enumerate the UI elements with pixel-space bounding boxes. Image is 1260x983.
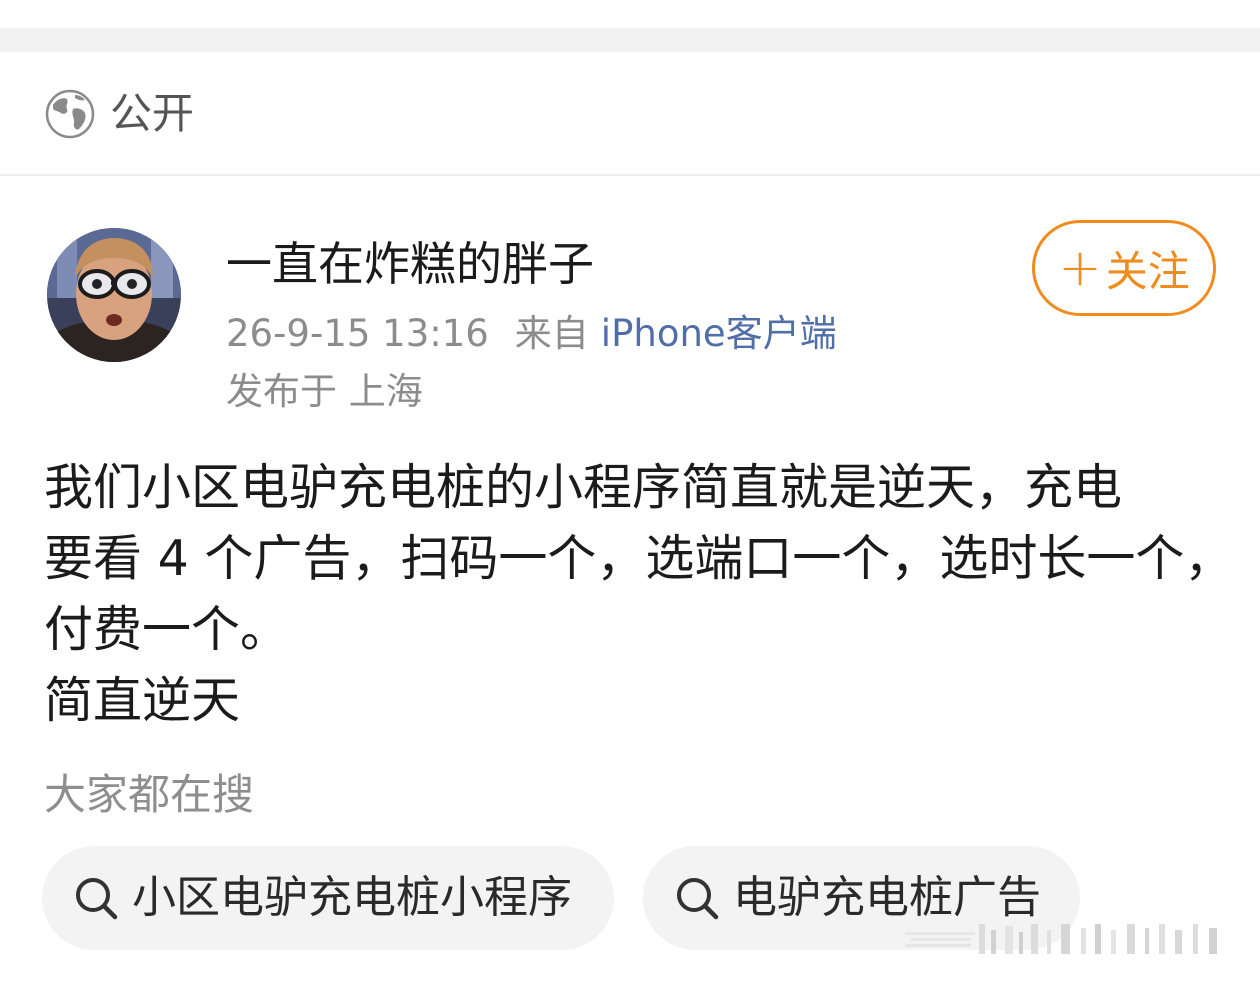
plus-icon: + — [1058, 238, 1102, 298]
post-content: 我们小区电驴充电桩的小程序简直就是逆天，充电 要看 4 个广告，扫码一个，选端口… — [44, 452, 1234, 736]
search-icon — [677, 878, 719, 920]
top-strip — [0, 0, 1260, 28]
post-meta: 26-9-15 13:16 来自 iPhone客户端 — [226, 308, 837, 360]
visibility-label: 公开 — [110, 89, 195, 138]
post-timestamp: 26-9-15 13:16 — [226, 312, 489, 355]
post-line: 我们小区电驴充电桩的小程序简直就是逆天，充电 — [44, 459, 1123, 516]
source-label: 来自 — [514, 312, 589, 355]
section-divider — [0, 28, 1260, 52]
post-line: 付费一个。 — [44, 601, 290, 658]
source-device-link[interactable]: iPhone客户端 — [601, 312, 837, 355]
post-line: 简直逆天 — [44, 672, 241, 729]
trending-search-pill[interactable]: 小区电驴充电桩小程序 — [42, 846, 614, 950]
author-name[interactable]: 一直在炸糕的胖子 — [226, 234, 594, 294]
watermark-image — [905, 924, 1217, 954]
trending-header: 大家都在搜 — [44, 770, 255, 819]
avatar-photo — [47, 228, 181, 362]
avatar[interactable] — [47, 228, 181, 362]
follow-button[interactable]: + 关注 — [1032, 220, 1216, 316]
post-line: 要看 4 个广告，扫码一个，选端口一个，选时长一个， — [44, 530, 1234, 587]
trending-search-label: 小区电驴充电桩小程序 — [132, 872, 572, 923]
post-location: 发布于 上海 — [226, 370, 423, 413]
visibility-row[interactable]: 公开 — [0, 52, 1260, 176]
search-icon — [76, 878, 118, 920]
follow-label: 关注 — [1105, 246, 1190, 296]
globe-icon — [45, 89, 95, 139]
